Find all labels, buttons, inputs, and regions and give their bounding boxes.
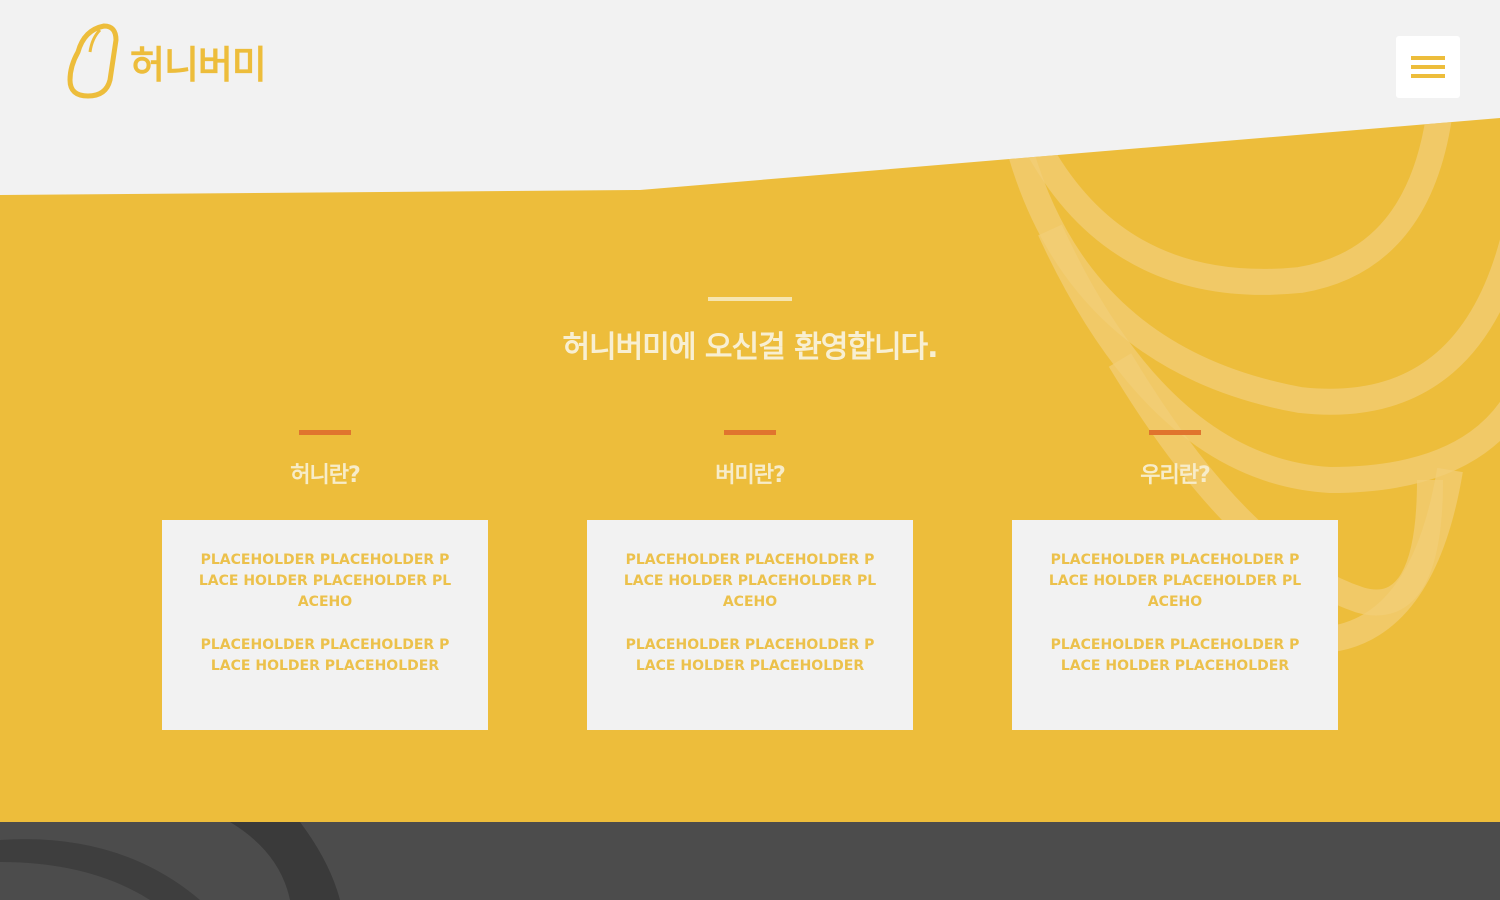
card-paragraph: PLACEHOLDER PLACEHOLDER PLACE HOLDER PLA…	[1050, 637, 1300, 674]
column-title: 허니란?	[290, 463, 360, 488]
column-accent-line	[1149, 430, 1201, 435]
card-paragraph: PLACEHOLDER PLACEHOLDER PLACE HOLDER PLA…	[623, 552, 877, 610]
welcome-section: 허니버미에 오신걸 환영합니다. 허니란? PLACEHOLDER PLACEH…	[0, 0, 1500, 825]
info-column-us: 우리란? PLACEHOLDER PLACEHOLDER PLACE HOLDE…	[1012, 430, 1338, 730]
footer-decoration	[0, 822, 340, 900]
card-paragraph: PLACEHOLDER PLACEHOLDER PLACE HOLDER PLA…	[1048, 552, 1302, 610]
welcome-title: 허니버미에 오신걸 환영합니다.	[562, 330, 938, 365]
card-paragraph: PLACEHOLDER PLACEHOLDER PLACE HOLDER PLA…	[198, 552, 452, 610]
card-paragraph: PLACEHOLDER PLACEHOLDER PLACE HOLDER PLA…	[200, 637, 450, 674]
column-title: 버미란?	[715, 463, 785, 488]
info-column-bumi: 버미란? PLACEHOLDER PLACEHOLDER PLACE HOLDE…	[587, 430, 913, 730]
column-accent-line	[724, 430, 776, 435]
info-card: PLACEHOLDER PLACEHOLDER PLACE HOLDER PLA…	[1012, 520, 1338, 730]
info-card: PLACEHOLDER PLACEHOLDER PLACE HOLDER PLA…	[162, 520, 488, 730]
info-card: PLACEHOLDER PLACEHOLDER PLACE HOLDER PLA…	[587, 520, 913, 730]
title-divider	[708, 297, 792, 301]
card-paragraph: PLACEHOLDER PLACEHOLDER PLACE HOLDER PLA…	[625, 637, 875, 674]
column-title: 우리란?	[1140, 463, 1210, 488]
site-footer	[0, 822, 1500, 900]
column-accent-line	[299, 430, 351, 435]
info-column-honey: 허니란? PLACEHOLDER PLACEHOLDER PLACE HOLDE…	[162, 430, 488, 730]
